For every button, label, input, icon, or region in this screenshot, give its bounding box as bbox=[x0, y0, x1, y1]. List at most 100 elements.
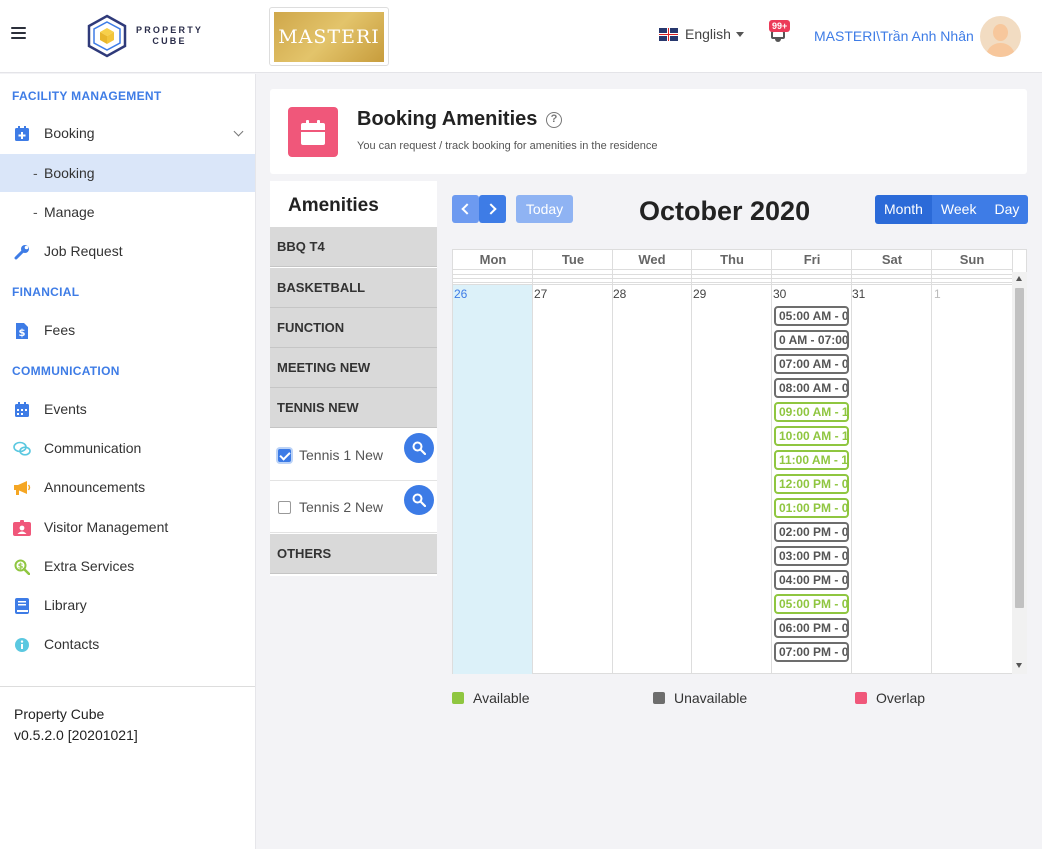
category-meeting-new[interactable]: MEETING NEW bbox=[270, 348, 437, 388]
sidebar-item-booking[interactable]: Booking bbox=[0, 114, 255, 153]
amenities-title: Amenities bbox=[288, 195, 379, 216]
facility-checkbox[interactable] bbox=[278, 449, 291, 462]
dow-sun: Sun bbox=[959, 252, 985, 267]
dow-fri: Fri bbox=[803, 252, 821, 267]
megaphone-icon bbox=[13, 479, 31, 496]
category-tennis-new[interactable]: TENNIS NEW bbox=[270, 388, 437, 428]
search-icon[interactable] bbox=[404, 485, 434, 515]
page-title: Booking Amenities bbox=[357, 108, 538, 130]
category-function[interactable]: FUNCTION bbox=[270, 308, 437, 348]
sidebar-item-events[interactable]: Events bbox=[0, 390, 255, 429]
search-dollar-icon: $ bbox=[13, 558, 31, 575]
facility-label: Tennis 2 New bbox=[299, 499, 384, 515]
sidebar-item-extra-services[interactable]: $ Extra Services bbox=[0, 547, 255, 586]
sidebar-item-label: Announcements bbox=[44, 479, 146, 495]
view-month-button[interactable]: Month bbox=[875, 195, 932, 224]
date-29[interactable]: 29 bbox=[693, 287, 706, 301]
next-month-button[interactable] bbox=[479, 195, 506, 223]
booking-event[interactable]: 05:00 AM - 0 bbox=[774, 306, 849, 326]
category-others[interactable]: OTHERS bbox=[270, 534, 437, 574]
help-icon[interactable]: ? bbox=[546, 112, 562, 128]
booking-event[interactable]: 11:00 AM - 1 bbox=[774, 450, 849, 470]
sidebar-item-contacts[interactable]: Contacts bbox=[0, 625, 255, 664]
date-31[interactable]: 31 bbox=[852, 287, 865, 301]
user-name-link[interactable]: MASTERI\Trần Anh Nhân bbox=[814, 28, 974, 44]
scroll-down-icon[interactable] bbox=[1016, 663, 1022, 668]
date-26[interactable]: 26 bbox=[454, 287, 467, 301]
chevron-down-icon bbox=[233, 126, 244, 137]
sidebar-divider bbox=[0, 686, 255, 687]
sidebar-item-fees[interactable]: $ Fees bbox=[0, 311, 255, 350]
sidebar-subitem-manage[interactable]: - Manage bbox=[0, 193, 255, 231]
wrench-icon bbox=[13, 243, 31, 260]
menu-toggle-icon[interactable] bbox=[11, 27, 26, 42]
sidebar: FACILITY MANAGEMENT Booking - Booking - … bbox=[0, 74, 256, 849]
page-subtitle: You can request / track booking for amen… bbox=[357, 140, 658, 152]
category-basketball[interactable]: BASKETBALL bbox=[270, 268, 437, 308]
legend-label: Unavailable bbox=[674, 690, 748, 706]
grid-line bbox=[453, 274, 1013, 275]
dow-tue: Tue bbox=[561, 252, 585, 267]
booking-event[interactable]: 08:00 AM - 0 bbox=[774, 378, 849, 398]
dash-icon: - bbox=[33, 165, 38, 181]
facility-checkbox[interactable] bbox=[278, 501, 291, 514]
facility-tennis-2-new[interactable]: Tennis 2 New bbox=[270, 481, 437, 533]
sidebar-item-label: Booking bbox=[44, 125, 95, 141]
calendar-icon bbox=[288, 107, 338, 157]
booking-event[interactable]: 09:00 AM - 1 bbox=[774, 402, 849, 422]
search-icon[interactable] bbox=[404, 433, 434, 463]
info-circle-icon bbox=[13, 636, 31, 653]
sidebar-item-label: Events bbox=[44, 401, 87, 417]
booking-event[interactable]: 03:00 PM - 0 bbox=[774, 546, 849, 566]
amenities-panel: Amenities BBQ T4 BASKETBALL FUNCTION MEE… bbox=[270, 181, 437, 576]
today-button[interactable]: Today bbox=[516, 195, 573, 223]
view-day-button[interactable]: Day bbox=[985, 195, 1029, 224]
calendar-scrollbar[interactable] bbox=[1012, 272, 1027, 674]
legend-label: Available bbox=[473, 690, 530, 706]
page-header-card: Booking Amenities ? You can request / tr… bbox=[270, 89, 1027, 174]
booking-event[interactable]: 07:00 AM - 0 bbox=[774, 354, 849, 374]
masteri-logo-text: MASTERI bbox=[274, 12, 384, 62]
svg-text:$: $ bbox=[18, 561, 24, 570]
avatar[interactable] bbox=[980, 16, 1021, 57]
dow-sat: Sat bbox=[881, 252, 903, 267]
sidebar-subitem-booking[interactable]: - Booking bbox=[0, 154, 255, 192]
section-communication: COMMUNICATION bbox=[12, 364, 120, 378]
date-28[interactable]: 28 bbox=[613, 287, 626, 301]
section-financial: FINANCIAL bbox=[12, 285, 80, 299]
date-1[interactable]: 1 bbox=[934, 287, 941, 301]
sidebar-item-job-request[interactable]: Job Request bbox=[0, 232, 255, 271]
sidebar-item-label: Contacts bbox=[44, 636, 100, 652]
date-27[interactable]: 27 bbox=[534, 287, 547, 301]
view-week-button[interactable]: Week bbox=[931, 195, 986, 224]
grid-line bbox=[931, 250, 932, 674]
language-selector[interactable]: English bbox=[659, 26, 744, 42]
scrollbar-thumb[interactable] bbox=[1015, 288, 1024, 608]
date-30[interactable]: 30 bbox=[773, 287, 786, 301]
booking-event[interactable]: 05:00 PM - 0 bbox=[774, 594, 849, 614]
sidebar-item-announcements[interactable]: Announcements bbox=[0, 468, 255, 507]
booking-event[interactable]: 12:00 PM - 0 bbox=[774, 474, 849, 494]
sidebar-item-communication[interactable]: Communication bbox=[0, 429, 255, 468]
category-bbq-t4[interactable]: BBQ T4 bbox=[270, 227, 437, 267]
calendar-plus-icon bbox=[13, 125, 31, 142]
uk-flag-icon bbox=[659, 27, 678, 41]
scroll-up-icon[interactable] bbox=[1016, 276, 1022, 281]
booking-event[interactable]: 06:00 PM - 0 bbox=[774, 618, 849, 638]
booking-event[interactable]: 01:00 PM - 0 bbox=[774, 498, 849, 518]
booking-event[interactable]: 10:00 AM - 1 bbox=[774, 426, 849, 446]
booking-event[interactable]: 07:00 PM - 0 bbox=[774, 642, 849, 662]
facility-tennis-1-new[interactable]: Tennis 1 New bbox=[270, 429, 437, 481]
prev-month-button[interactable] bbox=[452, 195, 479, 223]
month-title: October 2020 bbox=[639, 196, 811, 226]
cube-logo-icon bbox=[87, 14, 127, 58]
booking-event[interactable]: 02:00 PM - 0 bbox=[774, 522, 849, 542]
property-cube-logo[interactable]: PROPERTY CUBE bbox=[86, 14, 203, 58]
dow-wed: Wed bbox=[638, 252, 666, 267]
booking-event[interactable]: 04:00 PM - 0 bbox=[774, 570, 849, 590]
sidebar-item-visitor-management[interactable]: Visitor Management bbox=[0, 508, 255, 547]
sidebar-item-library[interactable]: Library bbox=[0, 586, 255, 625]
sidebar-item-label: Visitor Management bbox=[44, 519, 169, 535]
booking-event[interactable]: 0 AM - 07:00 bbox=[774, 330, 849, 350]
brand-line-1: PROPERTY bbox=[136, 25, 204, 35]
